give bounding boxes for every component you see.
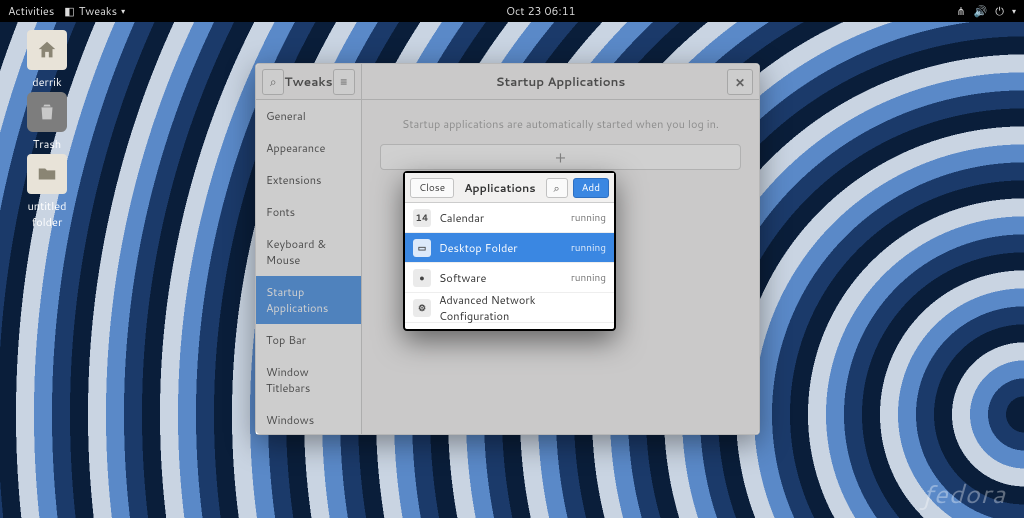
home-folder-label: derrik [12,74,82,90]
dialog-headerbar: Close Applications ⌕ Add [405,173,614,203]
app-name: Software [439,270,563,286]
trash-icon[interactable]: Trash [12,92,82,152]
app-name: Advanced Network Configuration [439,292,598,324]
power-icon: ⏻ [995,3,1004,19]
app-name: Desktop Folder [439,240,563,256]
sidebar-item-window-titlebars[interactable]: Window Titlebars [256,356,361,404]
app-status: running [571,211,606,225]
applications-list[interactable]: 14Calendarrunning▭Desktop Folderrunning●… [405,203,614,329]
sidebar-item-top-bar[interactable]: Top Bar [256,324,361,356]
app-icon: ▭ [413,239,431,257]
fedora-watermark: fedora [923,476,1006,512]
sidebar-item-startup-applications[interactable]: Startup Applications [256,276,361,324]
sidebar-item-keyboard-mouse[interactable]: Keyboard & Mouse [256,228,361,276]
add-button[interactable]: Add [573,178,609,198]
tweaks-indicator-icon: ◧ [64,3,74,19]
search-button[interactable]: ⌕ [262,69,284,95]
sidebar-item-extensions[interactable]: Extensions [256,164,361,196]
system-status-area[interactable]: ⋔ 🔊 ⏻ ▾ [956,3,1016,19]
hamburger-icon: ≡ [340,73,347,90]
add-startup-app-button[interactable]: + [380,144,741,170]
app-row[interactable]: 14 Calendar running [405,203,614,233]
applications-dialog: Close Applications ⌕ Add 14 Calendar runni… [403,171,616,331]
sidebar: GeneralAppearanceExtensionsFontsKeyboard… [256,100,362,434]
dialog-title: Applications [459,180,541,196]
home-folder-icon[interactable]: derrik [12,30,82,90]
sidebar-item-fonts[interactable]: Fonts [256,196,361,228]
search-icon: ⌕ [270,73,277,90]
app-status: running [571,241,606,255]
app-row[interactable]: ● Software running [405,263,614,293]
untitled-folder-label: untitled folder [12,198,82,230]
app-icon: 14 [413,209,431,227]
app-row[interactable]: ◯Application Finder [405,323,614,329]
sidebar-title: Tweaks [284,73,332,90]
activities-button[interactable]: Activities [8,3,54,19]
app-row[interactable]: ⚙ Advanced Network Configuration [405,293,614,323]
chevron-down-icon: ▾ [1012,5,1016,17]
sidebar-item-general[interactable]: General [256,100,361,132]
app-menu-label: Tweaks [79,3,117,19]
app-name: Calendar [439,210,563,226]
clock[interactable]: Oct 23 06:11 [125,3,956,19]
search-icon: ⌕ [554,180,560,196]
close-button[interactable]: Close [410,178,454,198]
startup-hint: Startup applications are automatically s… [380,116,741,132]
window-title: Startup Applications [496,73,626,90]
window-close-button[interactable]: ✕ [727,69,753,95]
sidebar-item-appearance[interactable]: Appearance [256,132,361,164]
close-icon: ✕ [735,74,745,91]
app-icon: ● [413,269,431,287]
app-status: running [571,271,606,285]
hamburger-menu-button[interactable]: ≡ [333,69,355,95]
app-menu[interactable]: ◧ Tweaks ▾ [64,3,125,19]
sidebar-item-windows[interactable]: Windows [256,404,361,434]
top-bar: Activities ◧ Tweaks ▾ Oct 23 06:11 ⋔ 🔊 ⏻… [0,0,1024,22]
trash-label: Trash [12,136,82,152]
tweaks-headerbar: ⌕ Tweaks ≡ Startup Applications ✕ [256,64,759,100]
app-icon: ◯ [413,329,431,330]
app-icon: ⚙ [413,299,431,317]
volume-icon: 🔊 [974,3,988,19]
network-icon: ⋔ [956,3,965,19]
untitled-folder-icon[interactable]: untitled folder [12,154,82,230]
app-row[interactable]: ▭ Desktop Folder running [405,233,614,263]
dialog-search-button[interactable]: ⌕ [546,178,568,198]
